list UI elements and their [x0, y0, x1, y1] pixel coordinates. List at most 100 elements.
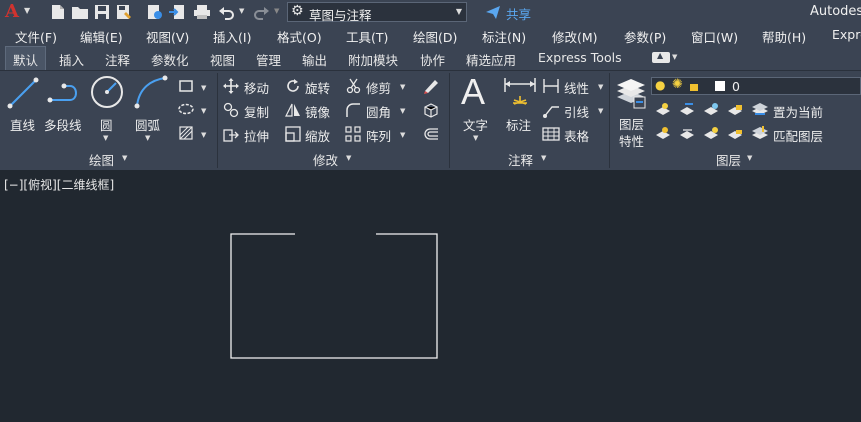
table-label[interactable]: 表格: [564, 126, 589, 145]
save-icon[interactable]: [93, 3, 111, 21]
table-icon[interactable]: [542, 126, 560, 142]
match-layer-label[interactable]: 匹配图层: [773, 126, 823, 145]
hatch-tool-icon[interactable]: [178, 126, 194, 140]
stretch-label[interactable]: 拉伸: [244, 126, 269, 145]
layers-panel-title[interactable]: 图层: [716, 150, 741, 169]
dimension-tool-label[interactable]: 标注: [506, 115, 531, 134]
menu-draw[interactable]: 绘图(D): [413, 27, 457, 46]
layer-dropdown[interactable]: ● ✺ 0: [651, 77, 861, 95]
draw-panel-title[interactable]: 绘图: [89, 150, 114, 169]
text-tool-label[interactable]: 文字: [463, 115, 488, 134]
ellipse-tool-icon[interactable]: [178, 102, 194, 116]
workspace-switcher[interactable]: ⚙ 草图与注释 ▼: [287, 2, 467, 23]
tab-output[interactable]: 输出: [302, 50, 327, 69]
menu-view[interactable]: 视图(V): [146, 27, 189, 46]
chevron-down-icon[interactable]: ▼: [541, 154, 546, 162]
polyline-tool-icon[interactable]: [46, 74, 84, 110]
linear-dimension-label[interactable]: 线性: [564, 78, 589, 97]
share-button[interactable]: 共享: [506, 4, 531, 23]
layer-previous-icon[interactable]: [679, 126, 695, 140]
tab-insert[interactable]: 插入: [59, 50, 84, 69]
fillet-label[interactable]: 圆角: [366, 102, 391, 121]
move-icon[interactable]: [223, 78, 239, 94]
chevron-down-icon[interactable]: ▼: [201, 107, 206, 115]
chevron-down-icon[interactable]: ▼: [201, 131, 206, 139]
leader-label[interactable]: 引线: [564, 102, 589, 121]
move-label[interactable]: 移动: [244, 78, 269, 97]
copy-label[interactable]: 复制: [244, 102, 269, 121]
modify-panel-title[interactable]: 修改: [313, 150, 338, 169]
chevron-down-icon[interactable]: ▼: [598, 83, 603, 91]
mirror-icon[interactable]: [285, 102, 301, 118]
menu-tools[interactable]: 工具(T): [346, 27, 388, 46]
line-tool-icon[interactable]: [6, 74, 40, 110]
array-label[interactable]: 阵列: [366, 126, 391, 145]
open-folder-icon[interactable]: [71, 3, 89, 21]
tab-annotate[interactable]: 注释: [105, 50, 130, 69]
tab-collaborate[interactable]: 协作: [420, 50, 445, 69]
app-logo[interactable]: A: [5, 1, 19, 22]
chevron-down-icon[interactable]: ▼: [672, 53, 677, 61]
menu-format[interactable]: 格式(O): [277, 27, 322, 46]
share-icon[interactable]: [485, 4, 501, 20]
tab-default[interactable]: 默认: [5, 46, 47, 70]
menu-insert[interactable]: 插入(I): [213, 27, 251, 46]
linear-dimension-icon[interactable]: [542, 78, 560, 94]
menu-express[interactable]: Expre: [832, 27, 861, 42]
viewport-controls[interactable]: [−][俯视][二维线框]: [4, 176, 114, 193]
chevron-down-icon[interactable]: ▼: [103, 134, 108, 142]
chevron-down-icon[interactable]: ▼: [346, 154, 351, 162]
layer-isolate-icon[interactable]: [679, 102, 695, 116]
tab-express-tools[interactable]: Express Tools: [538, 50, 622, 65]
chevron-down-icon[interactable]: ▼: [400, 83, 405, 91]
fillet-icon[interactable]: [345, 102, 361, 118]
app-menu-dropdown-icon[interactable]: ▼: [24, 6, 30, 15]
text-tool-icon[interactable]: A: [461, 71, 485, 113]
chevron-down-icon[interactable]: ▼: [122, 154, 127, 162]
save-as-icon[interactable]: [115, 3, 133, 21]
polyline-tool-label[interactable]: 多段线: [44, 115, 82, 134]
dimension-tool-icon[interactable]: [502, 76, 538, 110]
leader-icon[interactable]: [542, 102, 560, 118]
plot-icon[interactable]: [193, 3, 211, 21]
menu-edit[interactable]: 编辑(E): [80, 27, 123, 46]
menu-help[interactable]: 帮助(H): [762, 27, 806, 46]
tab-view[interactable]: 视图: [210, 50, 235, 69]
new-file-icon[interactable]: [49, 3, 67, 21]
tab-parametric[interactable]: 参数化: [151, 50, 189, 69]
rotate-icon[interactable]: [285, 78, 301, 94]
arc-tool-icon[interactable]: [133, 74, 169, 110]
menu-dimension[interactable]: 标注(N): [482, 27, 526, 46]
scale-icon[interactable]: [285, 126, 301, 142]
undo-icon[interactable]: [218, 3, 236, 21]
layer-properties-label-line2[interactable]: 特性: [619, 131, 644, 150]
rectangle-tool-icon[interactable]: [178, 79, 194, 93]
menu-window[interactable]: 窗口(W): [691, 27, 738, 46]
copy-icon[interactable]: [223, 102, 239, 118]
explode-icon[interactable]: [422, 101, 440, 119]
chevron-down-icon[interactable]: ▼: [400, 131, 405, 139]
menu-modify[interactable]: 修改(M): [552, 27, 598, 46]
offset-icon[interactable]: [422, 125, 440, 143]
layer-properties-icon[interactable]: [614, 75, 648, 111]
set-current-layer-icon[interactable]: [751, 101, 769, 117]
menu-file[interactable]: 文件(F): [15, 27, 57, 46]
redo-icon[interactable]: [252, 3, 270, 21]
chevron-down-icon[interactable]: ▼: [145, 134, 150, 142]
chevron-down-icon[interactable]: ▼: [598, 107, 603, 115]
tab-addins[interactable]: 附加模块: [348, 50, 398, 69]
chevron-down-icon[interactable]: ▼: [747, 154, 752, 162]
scale-label[interactable]: 缩放: [305, 126, 330, 145]
arc-tool-label[interactable]: 圆弧: [135, 115, 160, 134]
layer-unlock-icon[interactable]: [727, 126, 743, 140]
redo-dropdown-icon[interactable]: ▼: [274, 7, 279, 15]
tab-manage[interactable]: 管理: [256, 50, 281, 69]
match-layer-icon[interactable]: [751, 125, 769, 141]
layer-off-icon[interactable]: [655, 102, 671, 116]
ribbon-minimize-button[interactable]: ▲: [652, 51, 670, 63]
stretch-icon[interactable]: [223, 126, 239, 142]
layer-match-icon[interactable]: [655, 126, 671, 140]
erase-icon[interactable]: [422, 77, 440, 95]
line-tool-label[interactable]: 直线: [10, 115, 35, 134]
set-current-layer-label[interactable]: 置为当前: [773, 102, 823, 121]
